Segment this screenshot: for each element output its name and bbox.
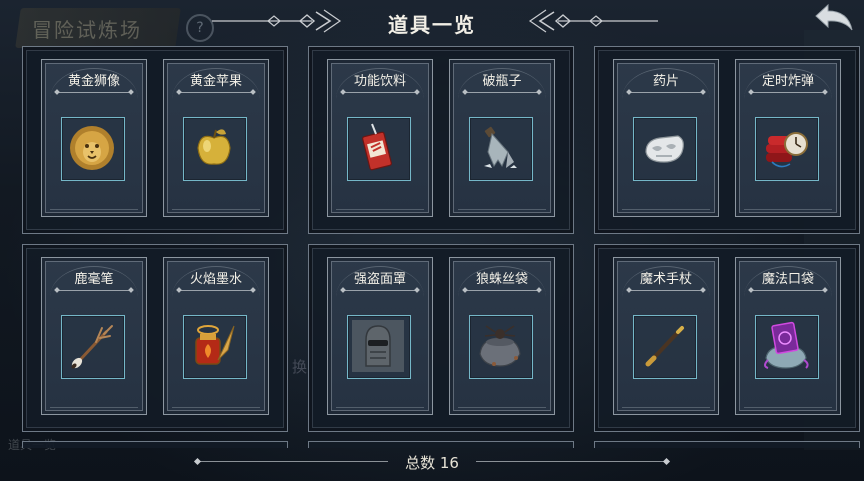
page-title: 道具一览 [388,13,476,37]
item-name: 魔法口袋 [761,272,814,287]
item-name: 药片 [652,74,679,89]
item-group-next-row-2 [308,441,574,448]
item-divider [752,290,824,291]
item-divider [344,92,416,93]
item-icon-frame [633,315,697,379]
item-card-time-bomb[interactable]: 定时炸弹 [735,59,841,217]
tarantula-bag-icon [479,325,521,367]
golden-lion-icon [70,126,114,170]
item-divider [466,92,538,93]
item-name: 狼蛛丝袋 [475,272,528,287]
energy-drink-icon [362,123,392,171]
back-arrow-icon [815,3,853,31]
item-divider [752,92,824,93]
background-side-text: 换 [292,358,308,376]
item-name: 黄金苹果 [189,74,242,89]
item-name: 破瓶子 [482,74,522,89]
magic-pouch-icon [764,321,809,369]
item-icon-frame [469,117,533,181]
header-ornament-right [528,9,658,33]
time-bomb-icon [766,132,808,168]
broken-bottle-icon [484,126,517,168]
header: 道具一览 [0,0,864,40]
item-card-golden-apple[interactable]: 黄金苹果 [163,59,269,217]
item-card-pill[interactable]: 药片 [613,59,719,217]
item-divider [630,290,702,291]
pill-icon [645,135,684,163]
item-group-next-row-1 [22,441,288,448]
item-group-1: 黄金狮像 黄金苹果 [22,46,288,234]
item-card-antler-brush[interactable]: 鹿毫笔 [41,257,147,415]
item-name: 火焰墨水 [189,272,242,287]
flame-ink-icon [195,325,235,365]
item-card-broken-bottle[interactable]: 破瓶子 [449,59,555,217]
item-icon-frame [469,315,533,379]
total-divider-right [476,461,666,462]
item-icon-frame [347,117,411,181]
item-group-next-row-3 [594,441,860,448]
item-group-6: 魔术手杖 魔法口袋 [594,244,860,432]
item-card-golden-lion[interactable]: 黄金狮像 [41,59,147,217]
golden-apple-icon [197,129,231,165]
item-card-magic-wand[interactable]: 魔术手杖 [613,257,719,415]
item-card-bandit-mask[interactable]: 强盗面罩 [327,257,433,415]
item-divider [58,92,130,93]
item-name: 定时炸弹 [761,74,814,89]
item-divider [58,290,130,291]
item-name: 强盗面罩 [353,272,406,287]
item-icon-frame [755,117,819,181]
bandit-mask-icon [352,320,404,372]
item-group-4: 鹿毫笔 火焰墨水 [22,244,288,432]
item-group-3: 药片 定时炸弹 [594,46,860,234]
item-icon-frame [183,117,247,181]
item-group-2: 功能饮料 破瓶子 [308,46,574,234]
magic-wand-icon [645,326,684,367]
item-icon-frame [755,315,819,379]
item-card-flame-ink[interactable]: 火焰墨水 [163,257,269,415]
item-icon-frame [347,315,411,379]
item-name: 魔术手杖 [639,272,692,287]
item-icon-frame [61,315,125,379]
item-divider [630,92,702,93]
item-icon-frame [633,117,697,181]
item-divider [180,92,252,93]
back-button[interactable] [812,2,856,36]
item-divider [180,290,252,291]
item-card-energy-drink[interactable]: 功能饮料 [327,59,433,217]
antler-brush-icon [71,325,113,369]
item-divider [344,290,416,291]
item-icon-frame [183,315,247,379]
item-group-5: 强盗面罩 狼蛛丝袋 [308,244,574,432]
item-divider [466,290,538,291]
total-count: 总数 16 [405,454,459,472]
item-card-tarantula-bag[interactable]: 狼蛛丝袋 [449,257,555,415]
item-name: 鹿毫笔 [74,272,114,287]
item-card-magic-pouch[interactable]: 魔法口袋 [735,257,841,415]
item-name: 功能饮料 [353,74,406,89]
item-icon-frame [61,117,125,181]
item-name: 黄金狮像 [67,74,120,89]
